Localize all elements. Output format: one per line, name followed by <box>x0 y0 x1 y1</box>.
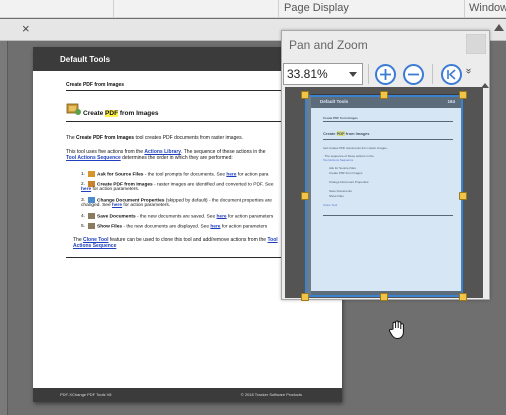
plus-icon <box>380 69 391 80</box>
resize-handle-top[interactable] <box>380 91 388 99</box>
visible-area-rectangle[interactable] <box>305 95 463 297</box>
item-number: 1. <box>81 172 86 178</box>
menu-page-display[interactable]: Page Display <box>284 2 349 14</box>
here-link[interactable]: here <box>216 214 226 219</box>
paragraph-1: The Create PDF from Images tool creates … <box>66 135 243 141</box>
item-text: for action parameters. <box>122 203 171 208</box>
resize-handle-bottom-right[interactable] <box>459 293 467 301</box>
resize-handle-bottom-left[interactable] <box>301 293 309 301</box>
here-link[interactable]: here <box>112 203 122 208</box>
scroll-up-arrow-icon[interactable] <box>494 24 504 31</box>
footer-right: © 2018 Tracker Software Products <box>240 392 302 397</box>
action-list-item: 4. Save Documents - the new documents are… <box>81 213 273 219</box>
menu-cell-page-display[interactable]: Page Display <box>278 0 464 18</box>
item-title: Ask for Source Files <box>97 172 144 178</box>
item-text: for action para <box>236 172 269 178</box>
p1-bold: Create PDF from Images <box>76 135 135 141</box>
resize-handle-top-left[interactable] <box>301 91 309 99</box>
p1-text: tool creates PDF documents from raster i… <box>134 135 244 141</box>
chevron-down-icon[interactable] <box>349 72 357 77</box>
resize-handle-right[interactable] <box>459 192 467 200</box>
resize-handle-bottom[interactable] <box>380 293 388 301</box>
divider <box>66 121 311 122</box>
action-list-item: here for action parameters. <box>81 187 139 192</box>
pan-zoom-close-button[interactable] <box>466 34 486 54</box>
action-list-item: 5. Show Files - the new documents are dis… <box>81 223 267 229</box>
menu-window[interactable]: Window <box>469 2 506 14</box>
left-panel-edge <box>0 41 8 415</box>
item-text: - the new documents are saved. See <box>135 214 217 220</box>
menu-cell-window[interactable]: Window <box>464 0 506 18</box>
item-title: Save Documents <box>97 214 136 220</box>
first-page-icon <box>447 69 456 80</box>
action-list-item: 1. Ask for Source Files - the tool prompt… <box>81 171 268 177</box>
footer-left: PDF-XChange PDF Tools V8 <box>60 392 112 397</box>
zoom-in-button[interactable] <box>375 64 396 85</box>
p1-text: The <box>66 135 77 141</box>
divider <box>66 257 311 258</box>
minus-icon <box>408 73 419 76</box>
image-tool-icon <box>66 102 82 121</box>
paragraph-3-line-2: Actions Sequence <box>73 243 116 249</box>
big-title: Create PDF from Images <box>83 110 159 117</box>
item-title: Show Files <box>97 224 123 230</box>
item-text: - the new documents are displayed. See <box>122 224 211 230</box>
big-title-highlight: PDF <box>105 110 119 117</box>
item-text: - raster images are identified and conve… <box>152 182 274 188</box>
item-text: changed. See <box>81 203 112 208</box>
zoom-out-button[interactable] <box>403 64 424 85</box>
here-link[interactable]: here <box>226 172 236 177</box>
close-tab-icon[interactable]: × <box>22 22 30 36</box>
item-number: 4. <box>81 214 86 220</box>
p3-text: feature can be used to clone this tool a… <box>108 237 268 243</box>
toolbar-separator <box>368 64 369 84</box>
pan-zoom-title: Pan and Zoom <box>289 38 368 52</box>
zoom-level-select[interactable]: 33.81% <box>283 63 363 85</box>
action-list-item: changed. See here for action parameters. <box>81 203 170 208</box>
divider <box>66 90 311 91</box>
actions-sequence-link[interactable]: Actions Sequence <box>73 243 116 249</box>
action-icon <box>88 213 96 219</box>
big-title-pre: Create <box>83 110 106 117</box>
item-text: for action parameters. <box>91 187 140 192</box>
menu-bar: Page Display Window <box>0 0 506 18</box>
action-icon <box>88 171 96 177</box>
resize-handle-left[interactable] <box>301 192 309 200</box>
menu-cell-blank <box>113 0 278 18</box>
tool-link[interactable]: Tool <box>267 237 277 243</box>
toolbar-separator <box>432 64 433 84</box>
page-footer-band: PDF-XChange PDF Tools V8 © 2018 Tracker … <box>33 388 342 402</box>
item-text: (skipped by default) - the document prop… <box>164 198 272 204</box>
hand-cursor-icon <box>388 320 406 345</box>
zoom-level-value[interactable]: 33.81% <box>287 67 328 81</box>
item-number: 5. <box>81 224 86 230</box>
page-header-title: Default Tools <box>60 55 111 64</box>
item-text: for action parameters <box>220 224 268 230</box>
here-link[interactable]: here <box>81 187 91 192</box>
tool-actions-sequence-link[interactable]: Tool Actions Sequence <box>66 155 121 161</box>
paragraph-2-line-2: Tool Actions Sequence determines the ord… <box>66 155 233 161</box>
p2-text: determines the order in which they are p… <box>120 155 233 161</box>
resize-handle-top-right[interactable] <box>459 91 467 99</box>
section-heading: Create PDF from Images <box>66 82 125 88</box>
item-text: - the tool prompts for documents. See <box>143 172 227 178</box>
big-title-post: from Images <box>118 110 159 117</box>
first-page-button[interactable] <box>441 64 462 85</box>
more-options-icon[interactable]: » <box>463 68 474 74</box>
action-icon <box>88 223 96 229</box>
here-link[interactable]: here <box>210 224 220 229</box>
item-text: for action parameters <box>226 214 274 220</box>
